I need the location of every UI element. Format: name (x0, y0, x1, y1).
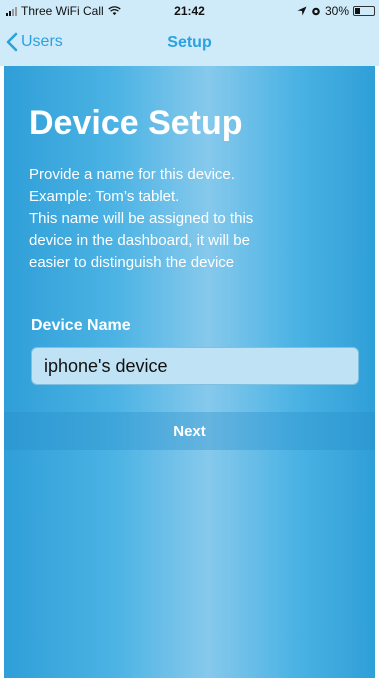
setup-description: Provide a name for this device. Example:… (29, 164, 349, 274)
nav-title: Setup (167, 34, 212, 51)
device-name-label: Device Name (31, 317, 131, 334)
alarm-icon (312, 7, 320, 16)
description-line: device in the dashboard, it will be (29, 232, 250, 249)
description-line: This name will be assigned to this (29, 210, 254, 227)
description-line: Example: Tom’s tablet. (29, 188, 180, 205)
location-icon (297, 6, 307, 16)
status-bar: Three WiFi Call 21:42 30% (0, 0, 379, 22)
page-title: Device Setup (29, 104, 243, 142)
battery-icon (353, 6, 375, 16)
status-right: 30% (297, 4, 375, 18)
device-name-input[interactable] (31, 347, 359, 385)
battery-percent: 30% (324, 4, 349, 18)
description-line: Provide a name for this device. (29, 166, 235, 183)
setup-content: Device Setup Provide a name for this dev… (4, 66, 375, 678)
phone-screen: Three WiFi Call 21:42 30% Users Setup De… (0, 0, 379, 678)
battery-fill (355, 8, 361, 14)
navigation-bar: Users Setup (0, 22, 379, 66)
next-button[interactable]: Next (4, 412, 375, 450)
description-line: easier to distinguish the device (29, 254, 235, 271)
